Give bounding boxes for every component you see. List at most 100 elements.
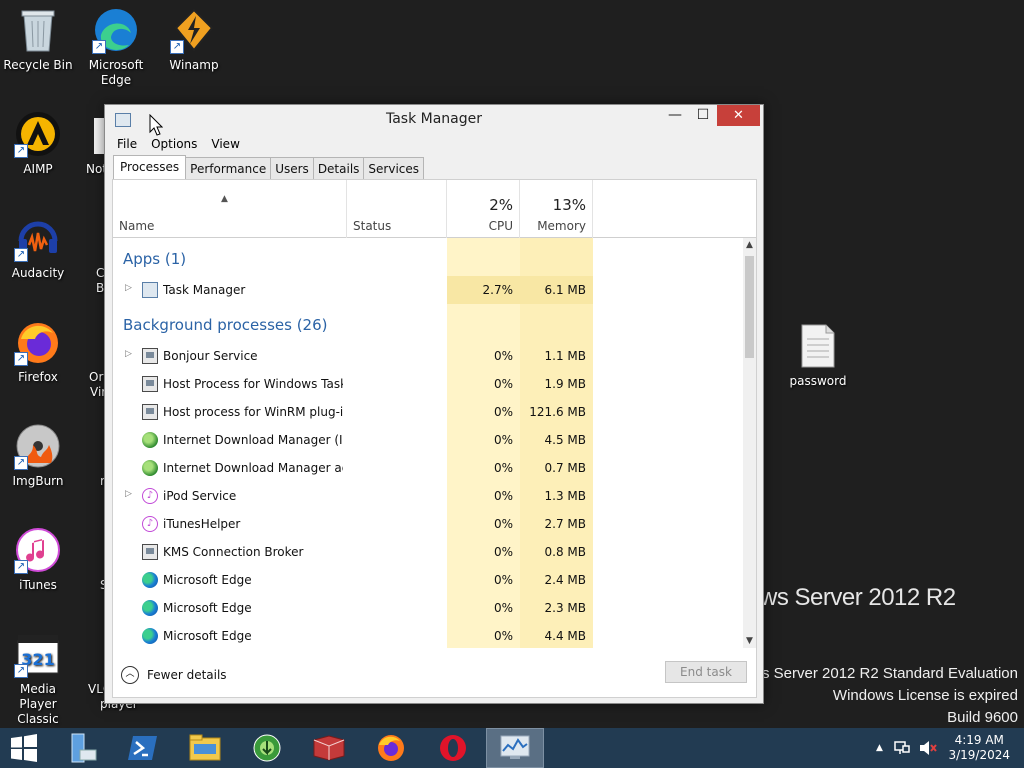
maximize-button[interactable]: ☐ xyxy=(689,105,717,126)
desktop-icon-winamp[interactable]: ↗ Winamp xyxy=(156,6,232,73)
column-header: ▲ Name Status 2% CPU 13% Memory xyxy=(113,180,756,238)
itunes-icon: ↗ xyxy=(14,526,62,574)
table-row[interactable]: Host Process for Windows Tasks 0% 1.9 MB xyxy=(113,370,593,398)
process-cpu: 0% xyxy=(493,601,513,615)
idm-icon xyxy=(253,734,281,762)
clock-date: 3/19/2024 xyxy=(948,748,1010,762)
desktop-icon-edge[interactable]: ↗ Microsoft Edge xyxy=(78,6,154,88)
column-memory[interactable]: 13% Memory xyxy=(520,180,593,238)
table-row[interactable]: Microsoft Edge 0% 4.4 MB xyxy=(113,622,593,648)
taskbar-clock[interactable]: 4:19 AM 3/19/2024 xyxy=(948,733,1010,763)
column-status[interactable]: Status xyxy=(347,180,447,238)
desktop-icon-label: Winamp xyxy=(169,58,219,72)
show-hidden-icons-icon[interactable]: ▲ xyxy=(876,743,883,753)
desktop-icon-password[interactable]: password xyxy=(780,322,856,389)
firefox-icon: ↗ xyxy=(14,318,62,366)
taskbar-server-manager[interactable] xyxy=(52,728,110,768)
table-row[interactable]: Internet Download Manager (ID... 0% 4.5 MB xyxy=(113,426,593,454)
menu-view[interactable]: View xyxy=(211,137,239,151)
tab-processes[interactable]: Processes xyxy=(113,155,187,179)
desktop-icon-aimp[interactable]: ↗ AIMP xyxy=(0,110,76,177)
menu-options[interactable]: Options xyxy=(151,137,197,151)
table-row[interactable]: KMS Connection Broker 0% 0.8 MB xyxy=(113,538,593,566)
close-button[interactable]: ✕ xyxy=(717,105,760,126)
desktop-icon-label: Recycle Bin xyxy=(3,58,73,72)
process-name: iTunesHelper xyxy=(163,517,241,531)
tab-performance[interactable]: Performance xyxy=(185,157,272,179)
service-icon xyxy=(142,404,158,420)
service-icon xyxy=(142,376,158,392)
process-memory: 2.4 MB xyxy=(544,573,586,587)
memory-total: 13% xyxy=(552,196,586,214)
fewer-details-button[interactable]: ︿ Fewer details xyxy=(121,666,227,684)
vertical-scrollbar[interactable]: ▲ ▼ xyxy=(743,238,756,648)
network-icon[interactable] xyxy=(893,740,911,756)
chevron-up-icon: ︿ xyxy=(121,666,139,684)
tab-strip: Processes Performance Users Details Serv… xyxy=(105,155,763,179)
end-task-button[interactable]: End task xyxy=(665,661,747,683)
table-row[interactable]: ▷ Bonjour Service 0% 1.1 MB xyxy=(113,342,593,370)
watermark-build: Build 9600 xyxy=(947,709,1018,726)
desktop-icon-label: Media Player Classic xyxy=(17,682,59,726)
process-memory: 0.8 MB xyxy=(544,545,586,559)
process-memory: 2.3 MB xyxy=(544,601,586,615)
watermark-license: Windows License is expired xyxy=(832,687,1018,704)
shortcut-arrow-icon: ↗ xyxy=(14,664,28,678)
process-memory: 2.7 MB xyxy=(544,517,586,531)
process-memory: 4.4 MB xyxy=(544,629,586,643)
process-memory: 1.9 MB xyxy=(544,377,586,391)
column-cpu[interactable]: 2% CPU xyxy=(447,180,520,238)
mouse-cursor-icon xyxy=(149,114,163,136)
table-row[interactable]: ▷ ♪ iPod Service 0% 1.3 MB xyxy=(113,482,593,510)
watermark-product: ws Server 2012 R2 xyxy=(760,584,956,611)
desktop-icon-firefox[interactable]: ↗ Firefox xyxy=(0,318,76,385)
table-row[interactable]: Microsoft Edge 0% 2.4 MB xyxy=(113,566,593,594)
table-row[interactable]: Host process for WinRM plug-ins 0% 121.6 M… xyxy=(113,398,593,426)
process-name: Bonjour Service xyxy=(163,349,258,363)
footer-bar: ︿ Fewer details End task xyxy=(105,648,763,704)
taskbar-powershell[interactable] xyxy=(114,728,172,768)
minimize-button[interactable]: — xyxy=(661,105,689,126)
desktop-icon-recycle-bin[interactable]: Recycle Bin xyxy=(0,6,76,73)
edge-icon: ↗ xyxy=(92,6,140,54)
desktop-icon-mpc[interactable]: 321 ↗ Media Player Classic xyxy=(0,630,76,727)
scroll-up-icon[interactable]: ▲ xyxy=(743,240,756,250)
process-list: Apps (1) Background processes (26) ▷ Task… xyxy=(113,238,743,648)
taskbar-winrar[interactable] xyxy=(300,728,358,768)
column-name[interactable]: ▲ Name xyxy=(113,180,347,238)
system-tray: ▲ xyxy=(876,728,937,768)
service-icon xyxy=(142,544,158,560)
clock-time: 4:19 AM xyxy=(954,733,1004,747)
table-row[interactable]: ♪ iTunesHelper 0% 2.7 MB xyxy=(113,510,593,538)
desktop-icon-audacity[interactable]: ↗ Audacity xyxy=(0,214,76,281)
expand-chevron-icon[interactable]: ▷ xyxy=(125,349,132,359)
volume-muted-icon[interactable] xyxy=(919,740,937,756)
idm-icon xyxy=(142,432,158,448)
taskbar-file-explorer[interactable] xyxy=(176,728,234,768)
table-row[interactable]: Internet Download Manager ag... 0% 0.7 MB xyxy=(113,454,593,482)
scroll-down-icon[interactable]: ▼ xyxy=(743,636,756,646)
itunes-icon: ♪ xyxy=(142,516,158,532)
start-button[interactable] xyxy=(0,728,48,768)
server-manager-icon xyxy=(71,733,97,763)
desktop-icon-imgburn[interactable]: ↗ ImgBurn xyxy=(0,422,76,489)
taskbar-opera[interactable] xyxy=(424,728,482,768)
column-name-label: Name xyxy=(119,219,155,233)
menu-file[interactable]: File xyxy=(117,137,137,151)
tab-details[interactable]: Details xyxy=(312,157,365,179)
tab-services[interactable]: Services xyxy=(363,157,425,179)
scroll-thumb[interactable] xyxy=(745,256,754,358)
taskbar-idm[interactable] xyxy=(238,728,296,768)
idm-icon xyxy=(142,460,158,476)
desktop-icon-itunes[interactable]: ↗ iTunes xyxy=(0,526,76,593)
taskbar-firefox[interactable] xyxy=(362,728,420,768)
taskbar-task-manager[interactable] xyxy=(486,728,544,768)
expand-chevron-icon[interactable]: ▷ xyxy=(125,283,132,293)
table-row[interactable]: Microsoft Edge 0% 2.3 MB xyxy=(113,594,593,622)
table-row[interactable]: ▷ Task Manager 2.7% 6.1 MB xyxy=(113,276,593,304)
winamp-icon: ↗ xyxy=(170,6,218,54)
expand-chevron-icon[interactable]: ▷ xyxy=(125,489,132,499)
tab-users[interactable]: Users xyxy=(270,157,314,179)
process-name: Host Process for Windows Tasks xyxy=(163,377,343,391)
title-bar[interactable]: Task Manager — ☐ ✕ xyxy=(105,105,763,133)
